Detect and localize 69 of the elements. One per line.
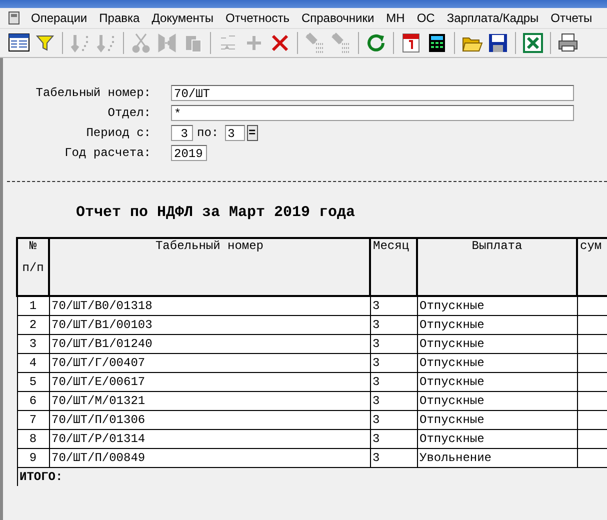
menu-item[interactable]: Отчеты [546,11,600,25]
table-cell: 2 [17,316,49,334]
menu-item[interactable]: Правка [94,11,147,25]
field-label: по: [197,126,219,140]
field-label: Период с: [85,126,151,140]
delete-icon[interactable] [269,32,291,54]
menu-item[interactable]: МН [381,11,412,25]
table-cell: 70/ШТ/В0/01318 [49,296,370,316]
table-cell: Отпускные [417,354,577,372]
calendar-icon[interactable] [400,32,422,54]
menu-item[interactable]: Справочники [296,11,382,25]
input-field[interactable]: 2019 [171,145,207,161]
table-cell: 3 [370,296,417,316]
input-field[interactable]: * [171,105,574,121]
table-cell: 9 [17,448,49,468]
table-cell: 70/ШТ/П/00849 [49,448,370,468]
table-cell: 3 [370,354,417,372]
table-cell: 5 [17,372,49,392]
menu-item[interactable]: Зарплата/Кадры [442,11,546,25]
refresh-icon[interactable] [365,32,387,54]
grid-icon[interactable] [8,32,30,54]
table-cell: 3 [370,316,417,334]
table-cell: 70/ШТ/В1/01240 [49,334,370,354]
table-cell: 70/ШТ/П/01306 [49,410,370,430]
table-cell: Отпускные [417,410,577,430]
menu-item[interactable]: Операции [26,11,94,25]
field-label: Табельный номер: [34,86,151,100]
table-cell: Отпускные [417,430,577,448]
table-cell: 1 [17,296,49,316]
calculator-icon[interactable] [426,32,448,54]
column-header: Табельный номер [49,238,370,296]
input-field[interactable]: 3 [171,125,193,141]
table-cell: 3 [17,334,49,354]
document-icon[interactable] [8,11,20,25]
total-label: ИТОГО: [20,470,63,484]
column-header: № п/п [17,238,49,296]
spreadsheet-icon[interactable] [522,32,544,54]
table-cell: Отпускные [417,372,577,392]
table-cell: Отпускные [417,316,577,334]
input-field[interactable]: 3 [224,125,245,141]
table-cell: 3 [370,392,417,410]
table-cell: 7 [17,410,49,430]
input-field[interactable]: 70/ШТ [171,85,574,101]
table-cell: 6 [17,392,49,410]
report-title: Отчет по НДФЛ за Март 2019 года [76,204,356,221]
table-cell: 70/ШТ/Р/01314 [49,430,370,448]
table-cell: 70/ШТ/В1/00103 [49,316,370,334]
table-cell: Отпускные [417,296,577,316]
field-label: Год расчета: [64,146,151,160]
table-cell: 3 [370,430,417,448]
table-cell: 70/ШТ/М/01321 [49,392,370,410]
equals-button[interactable]: = [246,125,258,141]
print-icon[interactable] [557,32,579,54]
save-icon[interactable] [487,32,509,54]
table-cell: 3 [370,410,417,430]
table-cell: 3 [370,334,417,354]
menu-item[interactable]: Документы [146,11,221,25]
table-cell: Отпускные [417,392,577,410]
table-cell: 3 [370,448,417,468]
menu-item[interactable]: ОС [412,11,442,25]
table-cell: 4 [17,354,49,372]
table-cell: Увольнение [417,448,577,468]
table-cell: 3 [370,372,417,392]
table-cell: 70/ШТ/Г/00407 [49,354,370,372]
table-cell: 8 [17,430,49,448]
menu-item[interactable]: Отчетность [220,11,296,25]
table-cell: Отпускные [417,334,577,354]
table-cell: 70/ШТ/Е/00617 [49,372,370,392]
field-label: Отдел: [106,106,151,120]
